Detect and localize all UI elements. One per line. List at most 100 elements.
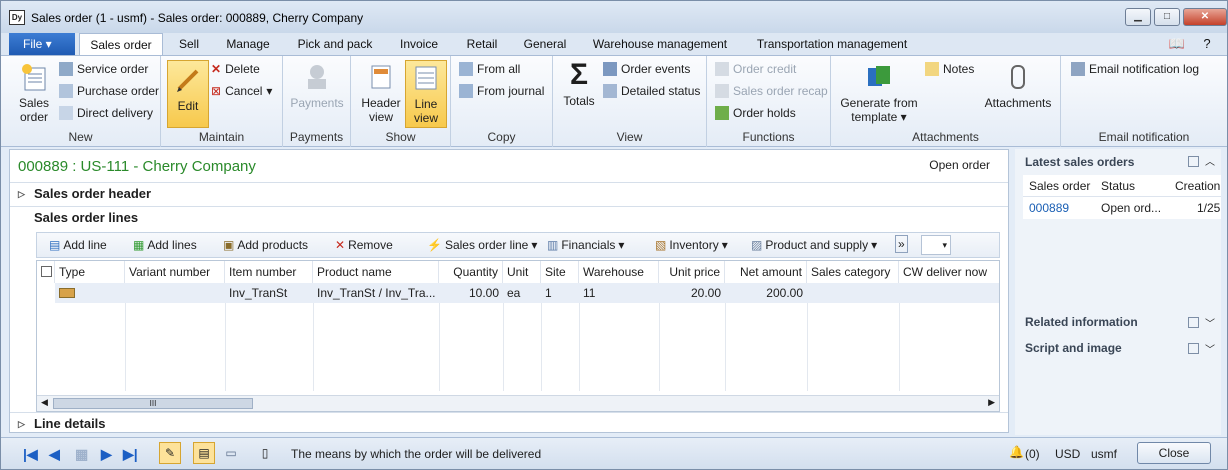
- expand-chevron-icon[interactable]: ﹀: [1205, 315, 1215, 330]
- line-view-icon[interactable]: ▤: [193, 442, 215, 464]
- cell-unit-price[interactable]: 20.00: [659, 283, 725, 303]
- related-information-header[interactable]: Related information: [1025, 315, 1138, 329]
- direct-delivery-button[interactable]: Direct delivery: [59, 106, 153, 120]
- section-sales-order-lines[interactable]: Sales order lines: [10, 206, 1008, 228]
- col-warehouse[interactable]: Warehouse: [579, 261, 659, 283]
- sales-order-button[interactable]: Sales order: [11, 62, 57, 124]
- cell-product-name[interactable]: Inv_TranSt / Inv_Tra...: [313, 283, 439, 303]
- service-order-button[interactable]: Service order: [59, 62, 148, 76]
- cell-quantity[interactable]: 10.00: [439, 283, 503, 303]
- cancel-button[interactable]: ⊠ Cancel ▾: [211, 84, 272, 98]
- add-line-button[interactable]: ▤ Add line: [49, 238, 107, 252]
- factbox-options-icon[interactable]: [1188, 317, 1199, 328]
- tab-sales-order[interactable]: Sales order: [79, 33, 163, 56]
- totals-button[interactable]: Σ Totals: [559, 60, 599, 109]
- close-window-button[interactable]: ✕: [1183, 8, 1227, 26]
- tab-invoice[interactable]: Invoice: [391, 33, 447, 55]
- col-sales-order[interactable]: Sales order: [1029, 179, 1090, 193]
- document-icon[interactable]: ▯: [255, 443, 275, 463]
- minimize-button[interactable]: ▁: [1125, 8, 1151, 26]
- order-credit-button[interactable]: Order credit: [715, 62, 796, 76]
- email-notification-log-button[interactable]: Email notification log: [1071, 62, 1199, 76]
- help-icon[interactable]: ?: [1197, 33, 1217, 55]
- last-record-icon[interactable]: ▶|: [123, 446, 138, 463]
- col-unit-price[interactable]: Unit price: [659, 261, 725, 283]
- col-unit[interactable]: Unit: [503, 261, 541, 283]
- cell-warehouse[interactable]: 11: [579, 283, 659, 303]
- from-journal-button[interactable]: From journal: [459, 84, 544, 98]
- first-record-icon[interactable]: |◀: [23, 446, 38, 463]
- script-and-image-header[interactable]: Script and image: [1025, 341, 1122, 355]
- detailed-status-button[interactable]: Detailed status: [603, 84, 700, 98]
- col-quantity[interactable]: Quantity: [439, 261, 503, 283]
- header-view-icon[interactable]: ▭: [221, 443, 241, 463]
- inventory-menu[interactable]: ▧ Inventory ▾: [655, 238, 728, 252]
- tab-manage[interactable]: Manage: [217, 33, 279, 55]
- scroll-left-icon[interactable]: ◀: [41, 397, 48, 408]
- order-events-button[interactable]: Order events: [603, 62, 690, 76]
- previous-record-icon[interactable]: ◀: [49, 446, 60, 463]
- col-type[interactable]: Type: [55, 261, 125, 283]
- tab-file[interactable]: File ▾: [9, 33, 75, 55]
- financials-menu[interactable]: ▥ Financials ▾: [547, 238, 624, 252]
- product-and-supply-menu[interactable]: ▨ Product and supply ▾: [751, 238, 877, 252]
- add-products-button[interactable]: ▣ Add products: [223, 238, 308, 252]
- tab-sell[interactable]: Sell: [169, 33, 209, 55]
- tab-transportation-management[interactable]: Transportation management: [747, 33, 917, 55]
- col-variant-number[interactable]: Variant number: [125, 261, 225, 283]
- horizontal-scrollbar[interactable]: ◀ III ▶: [37, 395, 999, 411]
- add-lines-button[interactable]: ▦ Add lines: [133, 238, 197, 252]
- currency[interactable]: USD: [1055, 447, 1080, 461]
- latest-order-link[interactable]: 000889: [1029, 201, 1069, 215]
- scroll-right-icon[interactable]: ▶: [988, 397, 995, 408]
- tab-retail[interactable]: Retail: [459, 33, 505, 55]
- line-view-button[interactable]: Line view: [405, 60, 447, 128]
- edit-button[interactable]: Edit: [167, 60, 209, 128]
- tab-warehouse-management[interactable]: Warehouse management: [585, 33, 735, 55]
- latest-sales-orders-header[interactable]: Latest sales orders: [1025, 155, 1134, 169]
- factbox-options-icon[interactable]: [1188, 343, 1199, 354]
- edit-mode-icon[interactable]: ✎: [159, 442, 181, 464]
- col-net-amount[interactable]: Net amount: [725, 261, 807, 283]
- col-status[interactable]: Status: [1101, 179, 1135, 193]
- sales-order-line-menu[interactable]: ⚡ Sales order line ▾: [427, 238, 537, 252]
- sales-order-recap-button[interactable]: Sales order recap: [715, 84, 828, 98]
- bell-icon[interactable]: 🔔: [1009, 445, 1024, 459]
- attachments-button[interactable]: Attachments: [981, 62, 1055, 110]
- factbox-options-icon[interactable]: [1188, 156, 1199, 167]
- book-icon[interactable]: 📖: [1167, 33, 1187, 55]
- generate-from-template-button[interactable]: Generate from template ▾: [837, 62, 921, 124]
- next-record-icon[interactable]: ▶: [101, 446, 112, 463]
- scroll-thumb[interactable]: III: [53, 398, 253, 409]
- latest-order-row[interactable]: 000889 Open ord... 1/25: [1023, 197, 1221, 219]
- maximize-button[interactable]: □: [1154, 8, 1180, 26]
- cell-net-amount[interactable]: 200.00: [725, 283, 807, 303]
- collapse-icon[interactable]: ︿: [1205, 153, 1215, 168]
- alerts-count[interactable]: (0): [1025, 447, 1040, 461]
- col-item-number[interactable]: Item number: [225, 261, 313, 283]
- more-commands-button[interactable]: »: [895, 235, 908, 253]
- from-all-button[interactable]: From all: [459, 62, 520, 76]
- cell-site[interactable]: 1: [541, 283, 579, 303]
- toolbar-dropdown[interactable]: ▾: [921, 235, 951, 255]
- delete-button[interactable]: ✕ Delete: [211, 62, 260, 76]
- col-sales-category[interactable]: Sales category: [807, 261, 899, 283]
- notes-button[interactable]: Notes: [925, 62, 974, 76]
- col-cw-deliver-now[interactable]: CW deliver now: [899, 261, 999, 283]
- purchase-order-button[interactable]: Purchase order: [59, 84, 159, 98]
- section-sales-order-header[interactable]: ▷ Sales order header: [10, 182, 1008, 204]
- tab-pick-and-pack[interactable]: Pick and pack: [289, 33, 381, 55]
- cell-item-number[interactable]: Inv_TranSt: [225, 283, 313, 303]
- section-line-details[interactable]: ▷ Line details: [10, 412, 1008, 434]
- tab-general[interactable]: General: [515, 33, 575, 55]
- cell-unit[interactable]: ea: [503, 283, 541, 303]
- col-site[interactable]: Site: [541, 261, 579, 283]
- col-product-name[interactable]: Product name: [313, 261, 439, 283]
- order-holds-button[interactable]: Order holds: [715, 106, 796, 120]
- header-view-button[interactable]: Header view: [359, 62, 403, 124]
- grid-view-icon[interactable]: ▦: [75, 446, 88, 463]
- remove-button[interactable]: ✕ Remove: [335, 238, 393, 252]
- company[interactable]: usmf: [1091, 447, 1117, 461]
- payments-button[interactable]: Payments: [287, 62, 347, 110]
- expand-chevron-icon[interactable]: ﹀: [1205, 341, 1215, 356]
